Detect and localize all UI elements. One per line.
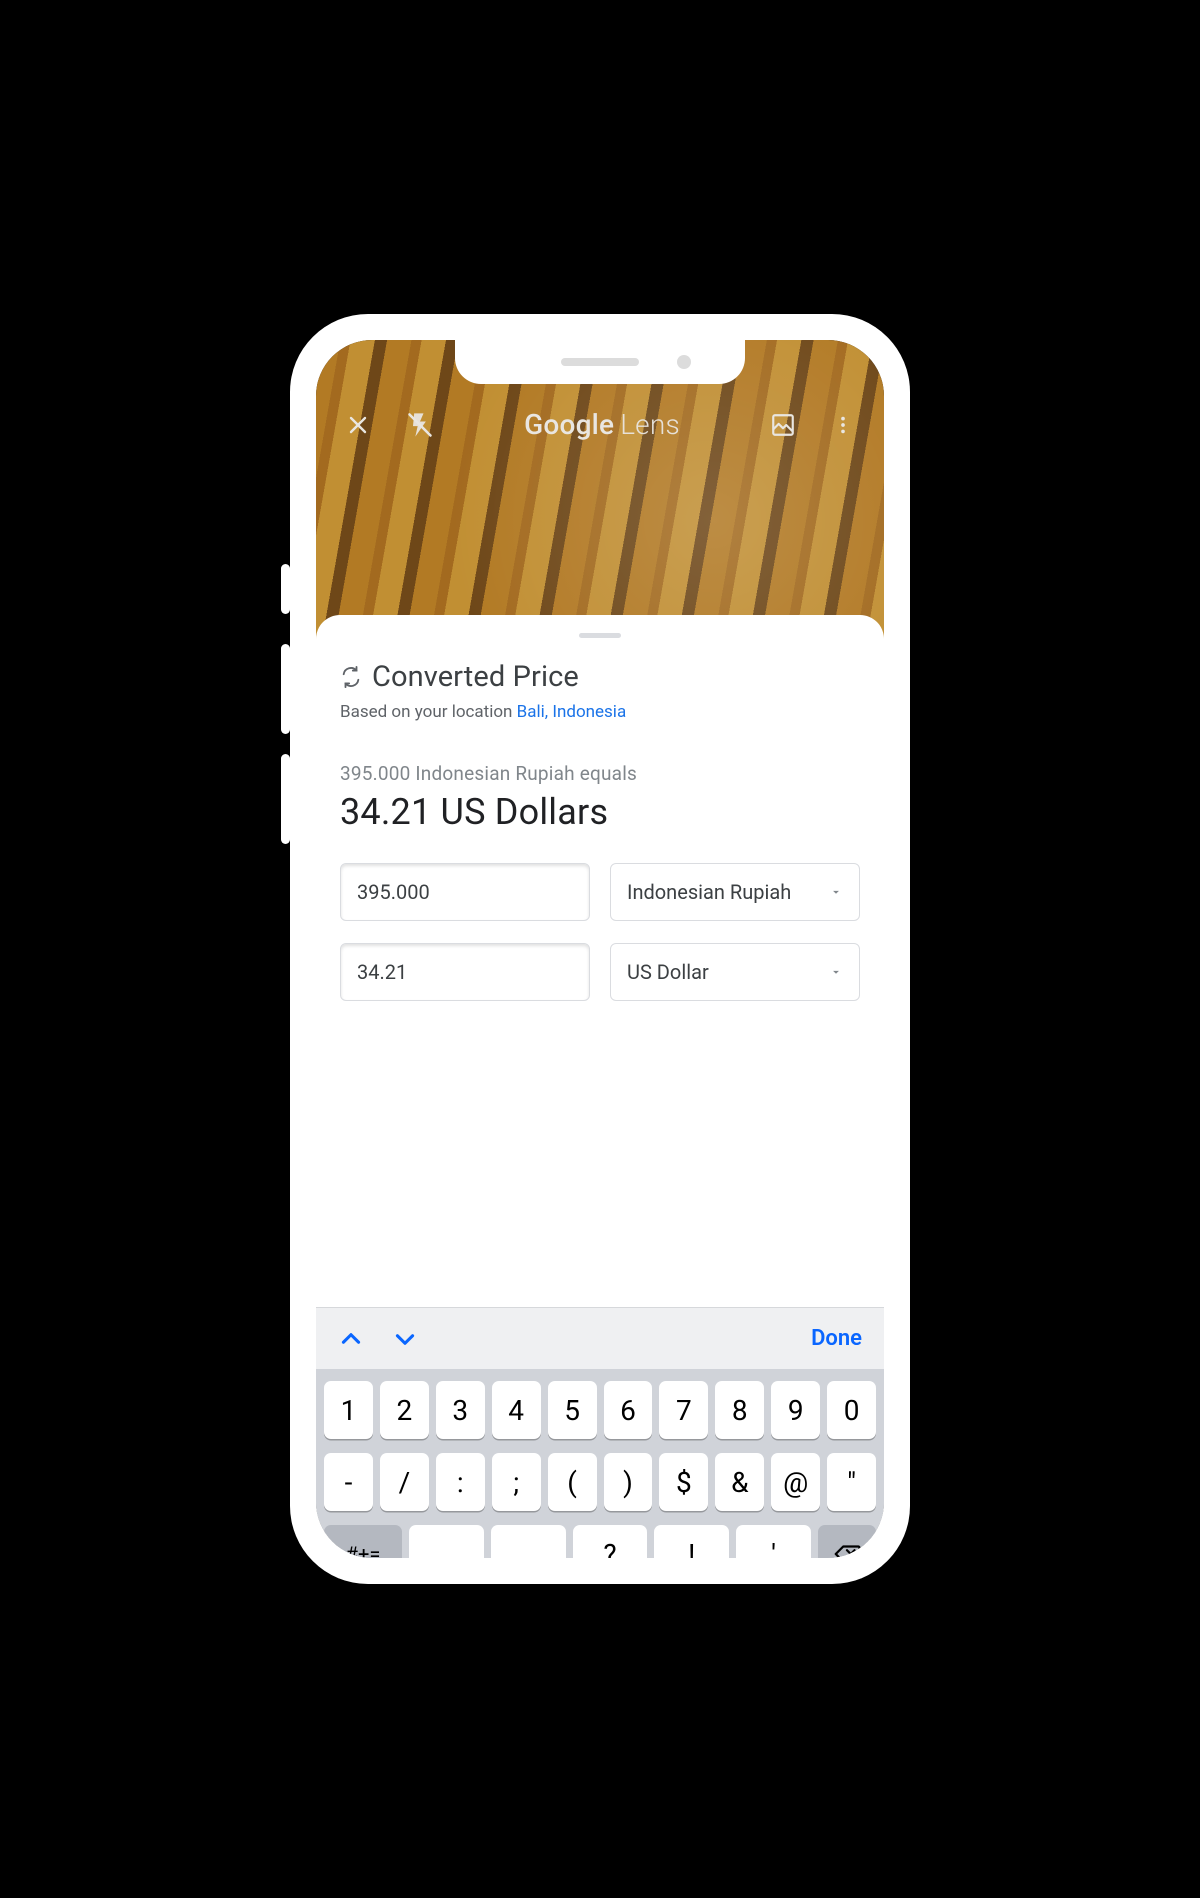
amount-input-target[interactable]: 34.21	[340, 943, 590, 1001]
key-semicolon[interactable]: ;	[492, 1453, 541, 1511]
subline-prefix: Based on your location	[340, 702, 517, 722]
screen: Google Lens Converted Price	[316, 340, 884, 1558]
key-rparen[interactable]: )	[604, 1453, 653, 1511]
front-camera	[677, 355, 691, 369]
brand-main: Google	[524, 408, 614, 441]
amount-value: 395.000	[357, 880, 430, 904]
key-0[interactable]: 0	[827, 1381, 876, 1439]
key-3[interactable]: 3	[436, 1381, 485, 1439]
top-bar: Google Lens	[316, 408, 884, 441]
keyboard-row: - / : ; ( ) $ & @ "	[324, 1453, 876, 1511]
key-comma[interactable]: ,	[491, 1525, 566, 1558]
key-7[interactable]: 7	[659, 1381, 708, 1439]
notch	[455, 340, 745, 384]
next-field-icon[interactable]	[392, 1326, 418, 1352]
amount-input-source[interactable]: 395.000	[340, 863, 590, 921]
bottom-sheet: Converted Price Based on your location B…	[316, 615, 884, 1558]
key-backspace[interactable]	[818, 1525, 876, 1558]
chevron-down-icon	[829, 965, 843, 979]
key-1[interactable]: 1	[324, 1381, 373, 1439]
close-icon[interactable]	[346, 413, 370, 437]
key-colon[interactable]: :	[436, 1453, 485, 1511]
location-link[interactable]: Bali, Indonesia	[517, 702, 627, 722]
currency-select-target[interactable]: US Dollar	[610, 943, 860, 1001]
key-question[interactable]: ?	[573, 1525, 648, 1558]
brand-sub: Lens	[620, 408, 680, 441]
key-amp[interactable]: &	[715, 1453, 764, 1511]
key-slash[interactable]: /	[380, 1453, 429, 1511]
key-period[interactable]: .	[409, 1525, 484, 1558]
key-4[interactable]: 4	[492, 1381, 541, 1439]
key-6[interactable]: 6	[604, 1381, 653, 1439]
key-9[interactable]: 9	[771, 1381, 820, 1439]
amount-value: 34.21	[357, 960, 407, 984]
keyboard-row: #+= . , ? ! '	[324, 1525, 876, 1558]
more-icon[interactable]	[832, 414, 854, 436]
currency-label: US Dollar	[627, 960, 709, 984]
key-symbols[interactable]: #+=	[324, 1525, 402, 1558]
convert-icon	[340, 666, 362, 688]
key-5[interactable]: 5	[548, 1381, 597, 1439]
key-quote[interactable]: "	[827, 1453, 876, 1511]
keyboard-done-button[interactable]: Done	[811, 1326, 862, 1351]
phone-frame: Google Lens Converted Price	[290, 314, 910, 1584]
keyboard-row: 1 2 3 4 5 6 7 8 9 0	[324, 1381, 876, 1439]
conversion-summary-big: 34.21 US Dollars	[340, 791, 860, 833]
key-apostrophe[interactable]: '	[736, 1525, 811, 1558]
sheet-title: Converted Price	[372, 660, 579, 694]
key-2[interactable]: 2	[380, 1381, 429, 1439]
side-button	[281, 564, 290, 614]
prev-field-icon[interactable]	[338, 1326, 364, 1352]
side-button	[281, 644, 290, 734]
key-dash[interactable]: -	[324, 1453, 373, 1511]
conversion-summary-small: 395.000 Indonesian Rupiah equals	[340, 762, 860, 785]
keyboard: 1 2 3 4 5 6 7 8 9 0 - / : ; ( )	[316, 1369, 884, 1558]
currency-select-source[interactable]: Indonesian Rupiah	[610, 863, 860, 921]
chevron-down-icon	[829, 885, 843, 899]
key-lparen[interactable]: (	[548, 1453, 597, 1511]
key-at[interactable]: @	[771, 1453, 820, 1511]
keyboard-accessory: Done	[316, 1307, 884, 1369]
currency-label: Indonesian Rupiah	[627, 880, 791, 904]
app-title: Google Lens	[524, 408, 680, 441]
key-exclaim[interactable]: !	[654, 1525, 729, 1558]
flash-off-icon[interactable]	[406, 411, 434, 439]
conversion-row: 34.21 US Dollar	[340, 943, 860, 1001]
key-8[interactable]: 8	[715, 1381, 764, 1439]
gallery-icon[interactable]	[770, 412, 796, 438]
speaker-grille	[561, 358, 639, 366]
key-dollar[interactable]: $	[659, 1453, 708, 1511]
sheet-grabber[interactable]	[579, 633, 621, 638]
side-button	[281, 754, 290, 844]
conversion-row: 395.000 Indonesian Rupiah	[340, 863, 860, 921]
location-subline: Based on your location Bali, Indonesia	[340, 702, 860, 722]
